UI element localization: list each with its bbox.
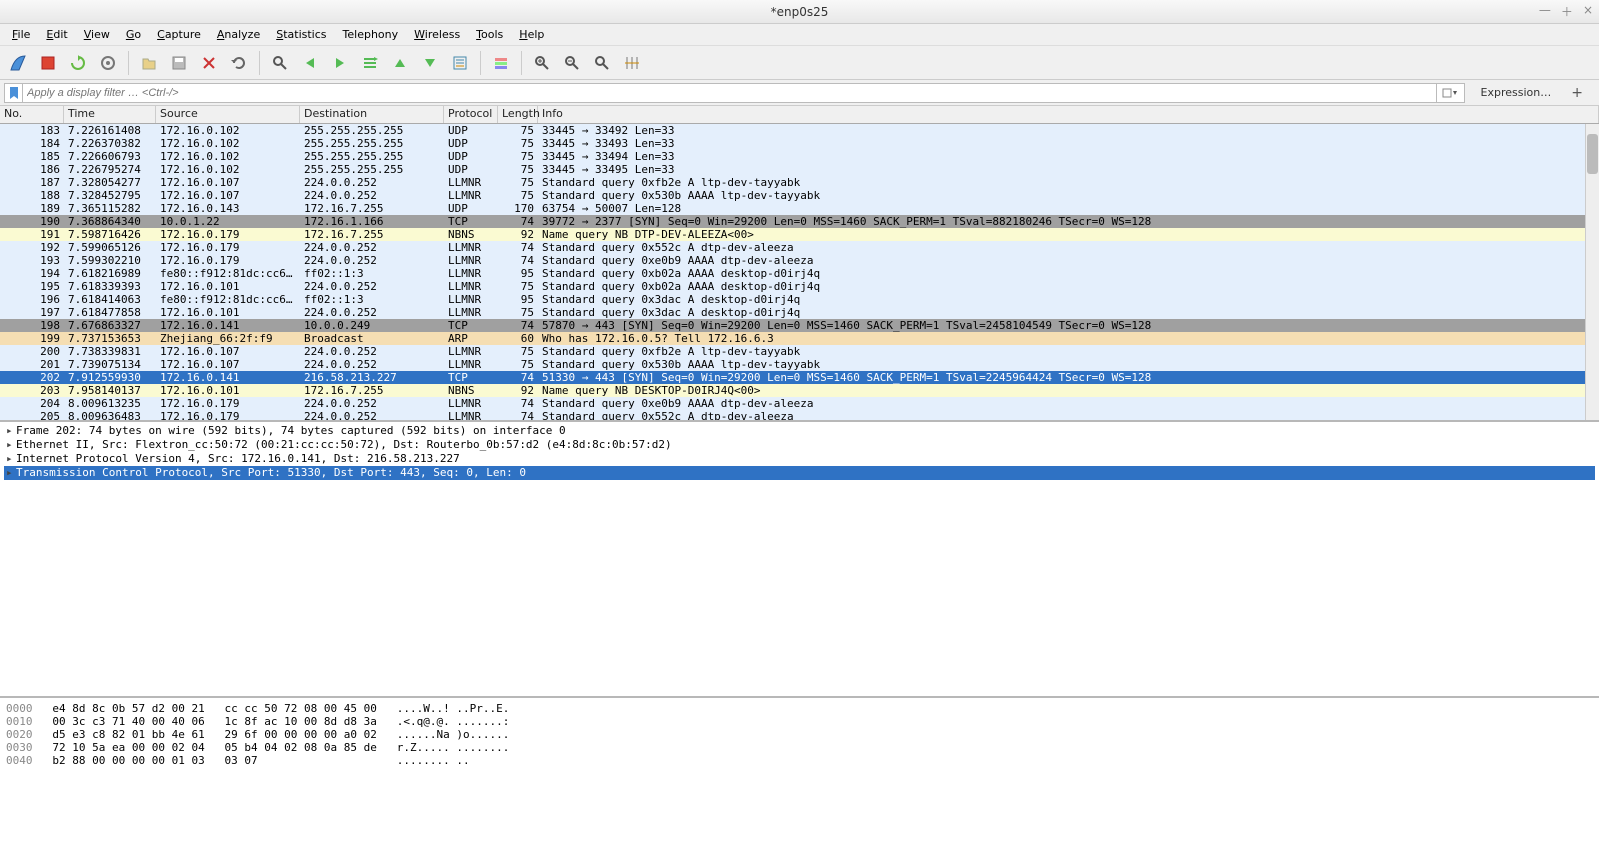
go-to-packet-button[interactable]	[356, 49, 384, 77]
detail-line[interactable]: ▸Frame 202: 74 bytes on wire (592 bits),…	[4, 424, 1595, 438]
table-row[interactable]: 1927.599065126172.16.0.179224.0.0.252LLM…	[0, 241, 1599, 254]
shark-fin-icon[interactable]	[4, 49, 32, 77]
minimize-button[interactable]: —	[1539, 3, 1551, 20]
stop-capture-button[interactable]	[34, 49, 62, 77]
toolbar	[0, 46, 1599, 80]
auto-scroll-button[interactable]	[446, 49, 474, 77]
separator	[259, 51, 260, 75]
table-row[interactable]: 1957.618339393172.16.0.101224.0.0.252LLM…	[0, 280, 1599, 293]
table-row[interactable]: 1877.328054277172.16.0.107224.0.0.252LLM…	[0, 176, 1599, 189]
separator	[480, 51, 481, 75]
detail-line[interactable]: ▸Internet Protocol Version 4, Src: 172.1…	[4, 452, 1595, 466]
table-row[interactable]: 1857.226606793172.16.0.102255.255.255.25…	[0, 150, 1599, 163]
menu-wireless[interactable]: Wireless	[406, 26, 468, 43]
separator	[521, 51, 522, 75]
hex-line[interactable]: 0020 d5 e3 c8 82 01 bb 4e 61 29 6f 00 00…	[6, 728, 1593, 741]
menu-capture[interactable]: Capture	[149, 26, 209, 43]
menu-help[interactable]: Help	[511, 26, 552, 43]
menu-analyze[interactable]: Analyze	[209, 26, 268, 43]
table-row[interactable]: 1987.676863327172.16.0.14110.0.0.249TCP7…	[0, 319, 1599, 332]
packet-details-pane[interactable]: ▸Frame 202: 74 bytes on wire (592 bits),…	[0, 422, 1599, 698]
add-filter-button[interactable]: +	[1565, 85, 1589, 101]
table-row[interactable]: 1887.328452795172.16.0.107224.0.0.252LLM…	[0, 189, 1599, 202]
packet-list-pane: No. Time Source Destination Protocol Len…	[0, 106, 1599, 422]
table-row[interactable]: 1997.737153653Zhejiang_66:2f:f9Broadcast…	[0, 332, 1599, 345]
reload-button[interactable]	[225, 49, 253, 77]
packet-list-header[interactable]: No. Time Source Destination Protocol Len…	[0, 106, 1599, 124]
menu-view[interactable]: View	[76, 26, 118, 43]
table-row[interactable]: 1837.226161408172.16.0.102255.255.255.25…	[0, 124, 1599, 137]
menubar: FileEditViewGoCaptureAnalyzeStatisticsTe…	[0, 24, 1599, 46]
table-row[interactable]: 1867.226795274172.16.0.102255.255.255.25…	[0, 163, 1599, 176]
app-window: *enp0s25 — ＋ × FileEditViewGoCaptureAnal…	[0, 0, 1599, 850]
window-title: *enp0s25	[771, 5, 829, 19]
col-destination[interactable]: Destination	[300, 106, 444, 123]
maximize-button[interactable]: ＋	[1561, 3, 1573, 20]
go-back-button[interactable]	[296, 49, 324, 77]
menu-tools[interactable]: Tools	[468, 26, 511, 43]
go-first-button[interactable]	[386, 49, 414, 77]
hex-line[interactable]: 0010 00 3c c3 71 40 00 40 06 1c 8f ac 10…	[6, 715, 1593, 728]
menu-go[interactable]: Go	[118, 26, 149, 43]
filter-dropdown[interactable]	[1437, 83, 1465, 103]
col-no[interactable]: No.	[0, 106, 64, 123]
detail-line[interactable]: ▸Transmission Control Protocol, Src Port…	[4, 466, 1595, 480]
menu-file[interactable]: File	[4, 26, 38, 43]
scrollbar[interactable]	[1585, 124, 1599, 420]
table-row[interactable]: 1977.618477858172.16.0.101224.0.0.252LLM…	[0, 306, 1599, 319]
close-button[interactable]: ×	[1583, 3, 1593, 20]
zoom-in-button[interactable]	[528, 49, 556, 77]
restart-capture-button[interactable]	[64, 49, 92, 77]
zoom-out-button[interactable]	[558, 49, 586, 77]
go-last-button[interactable]	[416, 49, 444, 77]
expression-button[interactable]: Expression…	[1473, 86, 1560, 99]
open-file-button[interactable]	[135, 49, 163, 77]
close-file-button[interactable]	[195, 49, 223, 77]
table-row[interactable]: 1847.226370382172.16.0.102255.255.255.25…	[0, 137, 1599, 150]
col-time[interactable]: Time	[64, 106, 156, 123]
resize-columns-button[interactable]	[618, 49, 646, 77]
filter-bar: Expression… +	[0, 80, 1599, 106]
col-info[interactable]: Info	[538, 106, 1599, 123]
go-forward-button[interactable]	[326, 49, 354, 77]
detail-line[interactable]: ▸Ethernet II, Src: Flextron_cc:50:72 (00…	[4, 438, 1595, 452]
titlebar: *enp0s25 — ＋ ×	[0, 0, 1599, 24]
zoom-reset-button[interactable]	[588, 49, 616, 77]
col-protocol[interactable]: Protocol	[444, 106, 498, 123]
table-row[interactable]: 2048.009613235172.16.0.179224.0.0.252LLM…	[0, 397, 1599, 410]
hex-line[interactable]: 0000 e4 8d 8c 0b 57 d2 00 21 cc cc 50 72…	[6, 702, 1593, 715]
hex-line[interactable]: 0040 b2 88 00 00 00 00 01 03 03 07 .....…	[6, 754, 1593, 767]
table-row[interactable]: 1937.599302210172.16.0.179224.0.0.252LLM…	[0, 254, 1599, 267]
hex-line[interactable]: 0030 72 10 5a ea 00 00 02 04 05 b4 04 02…	[6, 741, 1593, 754]
separator	[128, 51, 129, 75]
table-row[interactable]: 1907.36886434010.0.1.22172.16.1.166TCP74…	[0, 215, 1599, 228]
menu-telephony[interactable]: Telephony	[335, 26, 407, 43]
display-filter-input[interactable]	[22, 83, 1437, 103]
table-row[interactable]: 2037.958140137172.16.0.101172.16.7.255NB…	[0, 384, 1599, 397]
table-row[interactable]: 1967.618414063fe80::f912:81dc:cc6…ff02::…	[0, 293, 1599, 306]
colorize-button[interactable]	[487, 49, 515, 77]
save-file-button[interactable]	[165, 49, 193, 77]
table-row[interactable]: 2017.739075134172.16.0.107224.0.0.252LLM…	[0, 358, 1599, 371]
table-row[interactable]: 1947.618216989fe80::f912:81dc:cc6…ff02::…	[0, 267, 1599, 280]
find-button[interactable]	[266, 49, 294, 77]
table-row[interactable]: 2058.009636483172.16.0.179224.0.0.252LLM…	[0, 410, 1599, 420]
menu-edit[interactable]: Edit	[38, 26, 75, 43]
capture-options-button[interactable]	[94, 49, 122, 77]
table-row[interactable]: 2027.912559930172.16.0.141216.58.213.227…	[0, 371, 1599, 384]
table-row[interactable]: 1897.365115282172.16.0.143172.16.7.255UD…	[0, 202, 1599, 215]
table-row[interactable]: 1917.598716426172.16.0.179172.16.7.255NB…	[0, 228, 1599, 241]
col-length[interactable]: Length	[498, 106, 538, 123]
table-row[interactable]: 2007.738339831172.16.0.107224.0.0.252LLM…	[0, 345, 1599, 358]
packet-list-body[interactable]: 1837.226161408172.16.0.102255.255.255.25…	[0, 124, 1599, 420]
col-source[interactable]: Source	[156, 106, 300, 123]
bookmark-icon[interactable]	[4, 83, 22, 103]
packet-bytes-pane[interactable]: 0000 e4 8d 8c 0b 57 d2 00 21 cc cc 50 72…	[0, 698, 1599, 850]
menu-statistics[interactable]: Statistics	[268, 26, 334, 43]
